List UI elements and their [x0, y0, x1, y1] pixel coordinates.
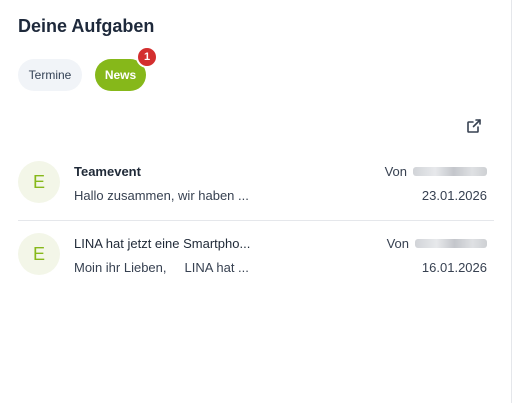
- widget-title: Deine Aufgaben: [18, 16, 155, 36]
- avatar: E: [18, 233, 60, 275]
- redacted-sender-name: [415, 239, 487, 248]
- panel-border: [511, 0, 512, 403]
- news-date: 16.01.2026: [421, 260, 487, 275]
- news-count-badge: 1: [136, 46, 158, 68]
- from-label: Von: [386, 236, 409, 251]
- from-label: Von: [384, 164, 407, 179]
- news-preview: Hallo zusammen, wir haben ...: [74, 188, 249, 203]
- divider: [18, 220, 494, 221]
- news-item[interactable]: E LINA hat jetzt eine Smartpho... Moin i…: [18, 230, 494, 294]
- news-preview: Moin ihr Lieben, LINA hat ...: [74, 260, 249, 275]
- news-item[interactable]: E Teamevent Hallo zusammen, wir haben ..…: [18, 158, 494, 222]
- redacted-sender-name: [413, 167, 487, 176]
- news-date: 23.01.2026: [421, 188, 487, 203]
- tasks-widget: Deine Aufgaben Termine News 1 E Teameven…: [0, 0, 510, 403]
- news-subject: Teamevent: [74, 164, 141, 179]
- news-sender: Von: [387, 236, 487, 251]
- news-sender: Von: [385, 164, 487, 179]
- external-link-icon[interactable]: [466, 118, 482, 134]
- news-subject: LINA hat jetzt eine Smartpho...: [74, 236, 251, 251]
- tab-termine[interactable]: Termine: [18, 59, 82, 91]
- avatar: E: [18, 161, 60, 203]
